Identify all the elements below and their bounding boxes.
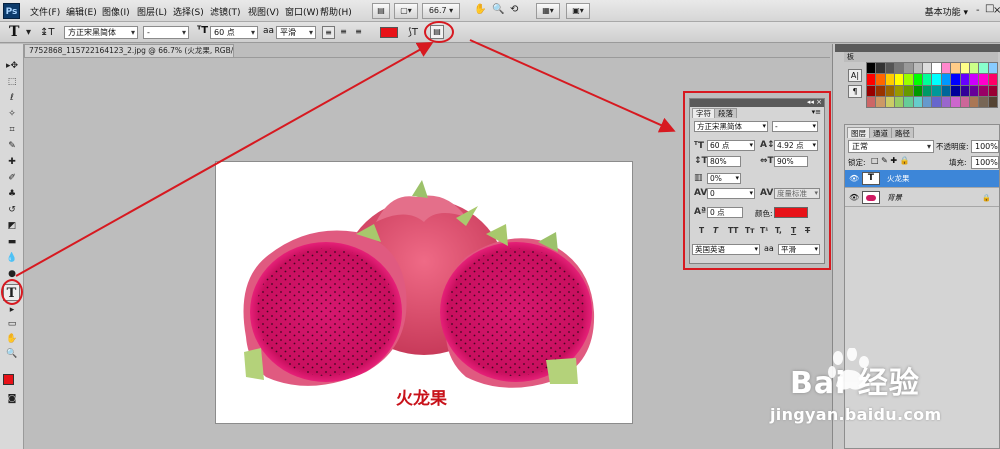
baidu-watermark-url: jingyan.baidu.com xyxy=(770,405,942,424)
baidu-paw-logo xyxy=(828,348,869,390)
arrow-tool-to-options xyxy=(15,42,434,277)
arrow-options-to-panel xyxy=(469,39,676,133)
